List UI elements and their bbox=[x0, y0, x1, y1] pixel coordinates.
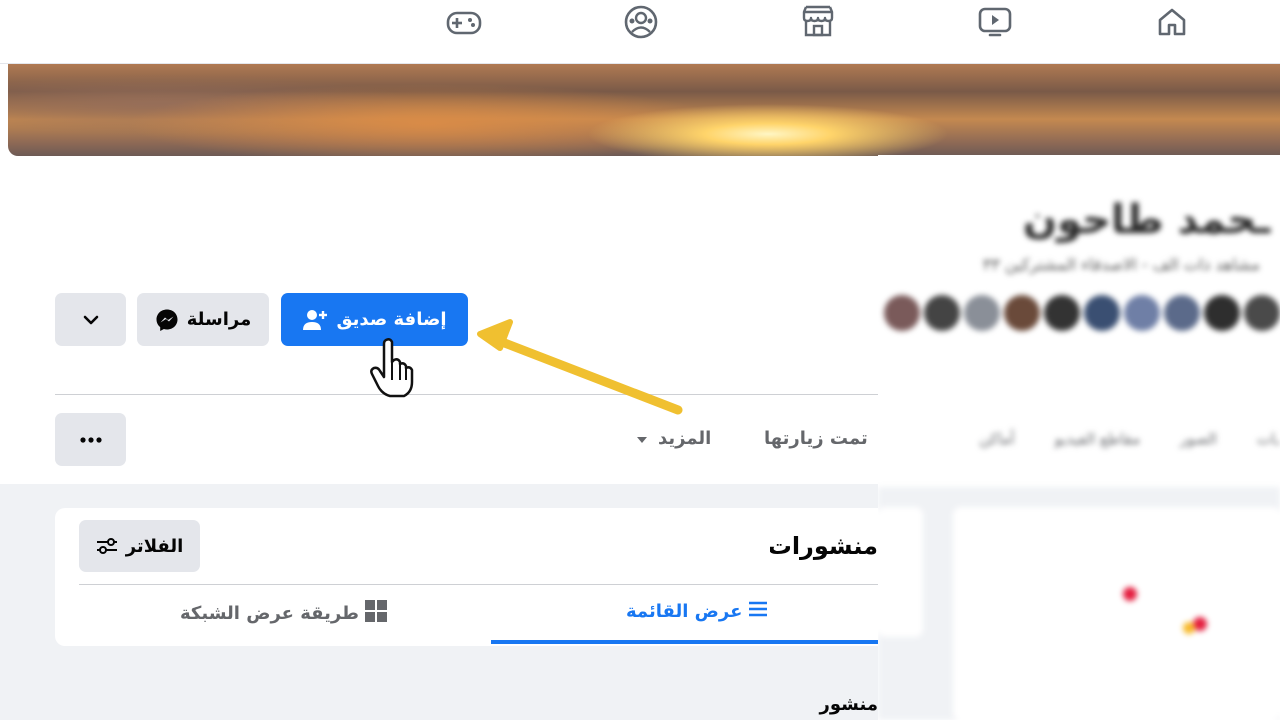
tab-more-label: المزيد bbox=[658, 428, 712, 449]
tab-grid-view[interactable]: طريقة عرض الشبكة bbox=[180, 600, 387, 627]
add-friend-icon bbox=[302, 308, 328, 332]
pinned-post-heading: منشور مثبت bbox=[815, 694, 878, 715]
tab-more[interactable]: المزيد bbox=[636, 428, 711, 449]
posts-title: منشورات bbox=[770, 532, 878, 560]
active-tab-indicator bbox=[491, 640, 878, 644]
screen: ـحمد طاحون مشاهد ذات الف - الاصدقاء المش… bbox=[0, 0, 1280, 720]
tab-visited-label: تمت زيارتها bbox=[764, 428, 868, 449]
caret-down-icon bbox=[636, 428, 648, 449]
more-dots-icon bbox=[79, 436, 102, 443]
profile-divider bbox=[55, 394, 878, 395]
list-icon bbox=[748, 600, 768, 623]
more-options-dropdown[interactable] bbox=[55, 293, 126, 346]
home-icon[interactable] bbox=[1154, 4, 1190, 40]
message-label: مراسلة bbox=[186, 309, 252, 330]
marketplace-icon[interactable] bbox=[800, 4, 836, 40]
groups-icon[interactable] bbox=[623, 4, 659, 40]
add-friend-label: إضافة صديق bbox=[336, 309, 447, 330]
top-navigation bbox=[0, 0, 1280, 64]
tab-list-view[interactable]: عرض القائمة bbox=[626, 600, 768, 623]
filters-button[interactable]: الفلاتر bbox=[79, 520, 200, 572]
gaming-icon[interactable] bbox=[446, 4, 482, 40]
message-button[interactable]: مراسلة bbox=[137, 293, 269, 346]
annotation-arrow-icon bbox=[477, 319, 683, 415]
posts-card-separator bbox=[79, 584, 878, 585]
filters-label: الفلاتر bbox=[125, 535, 184, 557]
chevron-down-icon bbox=[83, 315, 99, 325]
watch-icon[interactable] bbox=[977, 4, 1013, 40]
cover-photo bbox=[8, 64, 1280, 156]
filters-icon bbox=[96, 537, 118, 555]
tab-list-view-label: عرض القائمة bbox=[626, 601, 743, 622]
tab-grid-view-label: طريقة عرض الشبكة bbox=[180, 603, 359, 624]
messenger-icon bbox=[155, 308, 179, 332]
profile-options-button[interactable] bbox=[55, 413, 126, 466]
blurred-profile-area: ـحمد طاحون مشاهد ذات الف - الاصدقاء المش… bbox=[878, 155, 1280, 720]
hand-cursor-icon bbox=[370, 338, 414, 398]
grid-icon bbox=[365, 600, 387, 627]
tab-visited[interactable]: تمت زيارتها bbox=[764, 428, 868, 449]
